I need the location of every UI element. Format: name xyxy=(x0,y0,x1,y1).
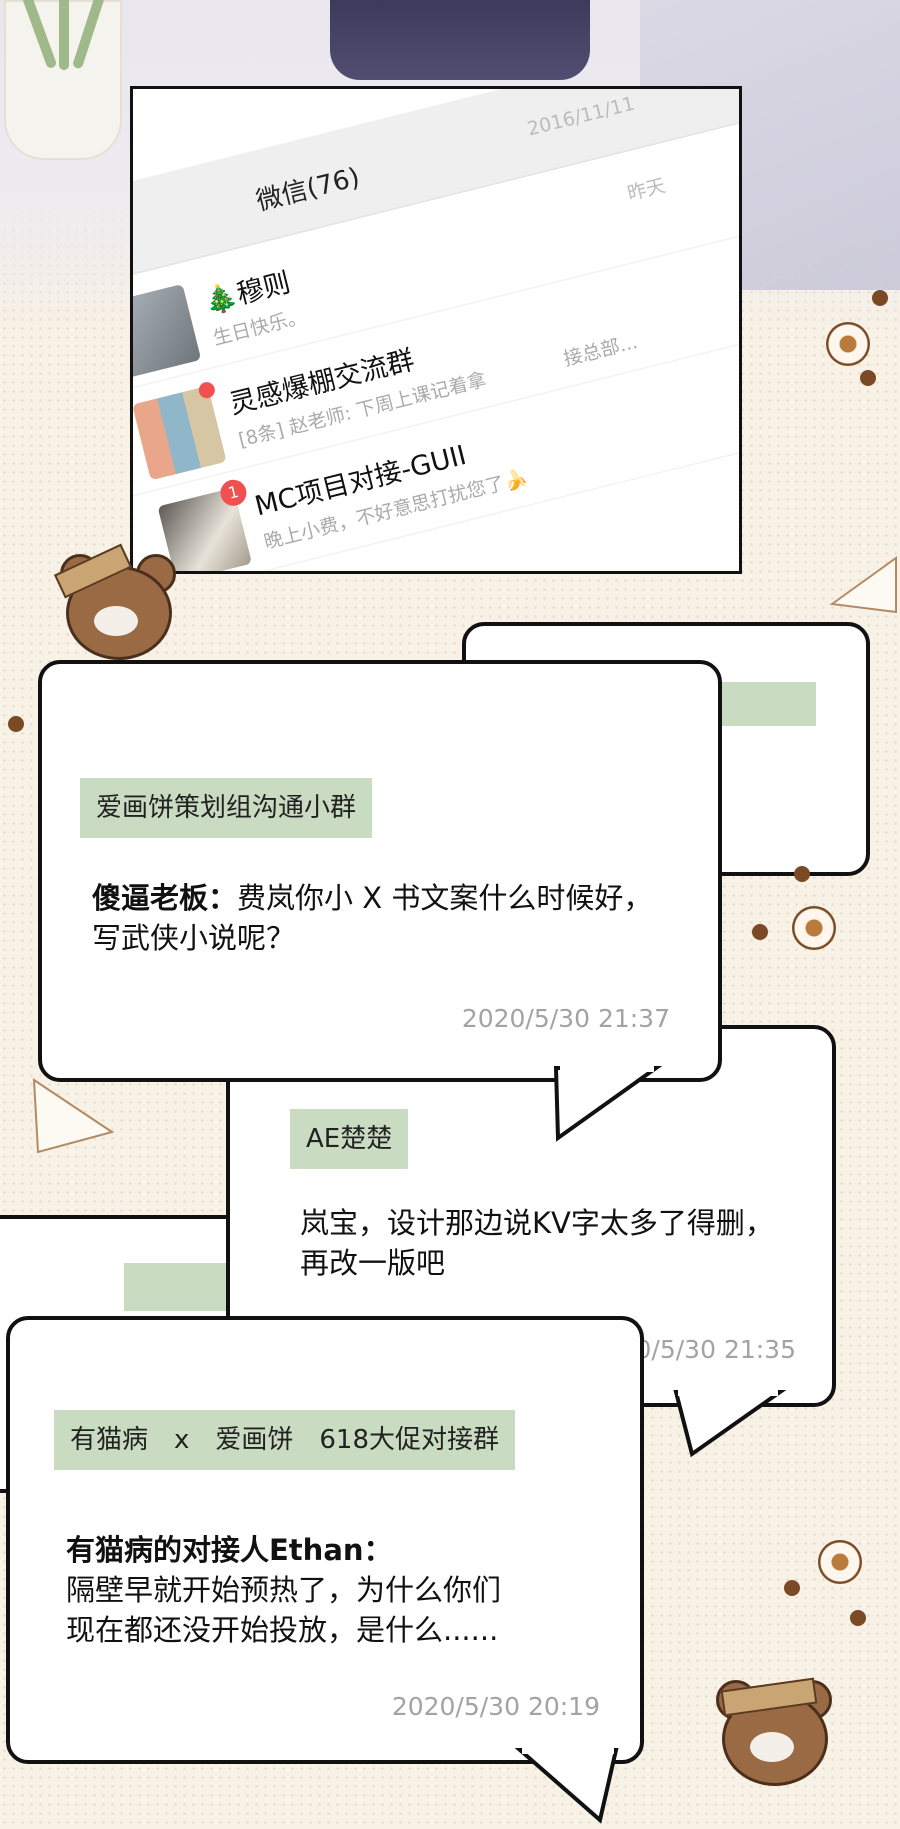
speech-bubble-ethan: 有猫病 x 爱画饼 618大促对接群 有猫病的对接人Ethan： 隔壁早就开始预… xyxy=(6,1316,644,1764)
flower-sticker xyxy=(826,322,870,366)
plant-pot-illustration xyxy=(4,0,122,160)
sender-name: 傻逼老板： xyxy=(92,881,238,915)
wechat-title: 微信(76) xyxy=(253,162,363,218)
wechat-screenshot: 微信(76) 2016/11/11 🎄穆则 生日快乐。 昨天 灵感爆棚交流群 [… xyxy=(130,86,742,574)
avatar xyxy=(133,385,227,481)
dot-decoration xyxy=(752,924,768,940)
message-text: 有猫病的对接人Ethan： 隔壁早就开始预热了，为什么你们 现在都还没开始投放，… xyxy=(66,1533,502,1647)
group-tag: AE楚楚 xyxy=(290,1109,409,1169)
group-tag: 有猫病 x 爱画饼 618大促对接群 xyxy=(54,1410,516,1470)
timestamp: 2020/5/30 21:37 xyxy=(461,1004,670,1033)
triangle-decoration xyxy=(32,1078,115,1154)
sender-name: 有猫病的对接人Ethan： xyxy=(66,1533,393,1567)
speech-bubble-boss: 爱画饼策划组沟通小群 傻逼老板：费岚你小 X 书文案什么时候好， 写武侠小说呢？… xyxy=(38,660,722,1082)
chat-time: 昨天 xyxy=(625,174,668,206)
dot-decoration xyxy=(784,1580,800,1596)
timestamp: 2020/5/30 20:19 xyxy=(391,1692,600,1721)
bear-sticker xyxy=(712,1674,832,1786)
person-legs-illustration xyxy=(330,0,590,80)
chat-preview-extra: 接总部... xyxy=(561,331,640,371)
group-tag: 爱画饼策划组沟通小群 xyxy=(80,778,373,838)
bubble-tail xyxy=(514,1748,619,1824)
dot-decoration xyxy=(8,716,24,732)
message-text: 岚宝，设计那边说KV字太多了得删， 再改一版吧 xyxy=(300,1206,774,1280)
dot-decoration xyxy=(860,370,876,386)
bubble-tail xyxy=(673,1390,787,1458)
dot-decoration xyxy=(850,1610,866,1626)
flower-sticker xyxy=(792,906,836,950)
dot-decoration xyxy=(872,290,888,306)
flower-sticker xyxy=(818,1540,862,1584)
bubble-tail xyxy=(553,1066,663,1142)
bear-sticker xyxy=(53,543,176,660)
dot-decoration xyxy=(794,866,810,882)
message-text: 傻逼老板：费岚你小 X 书文案什么时候好， 写武侠小说呢？ xyxy=(92,881,653,955)
avatar xyxy=(133,283,202,379)
header-date: 2016/11/11 xyxy=(525,92,637,141)
triangle-decoration xyxy=(829,556,897,614)
